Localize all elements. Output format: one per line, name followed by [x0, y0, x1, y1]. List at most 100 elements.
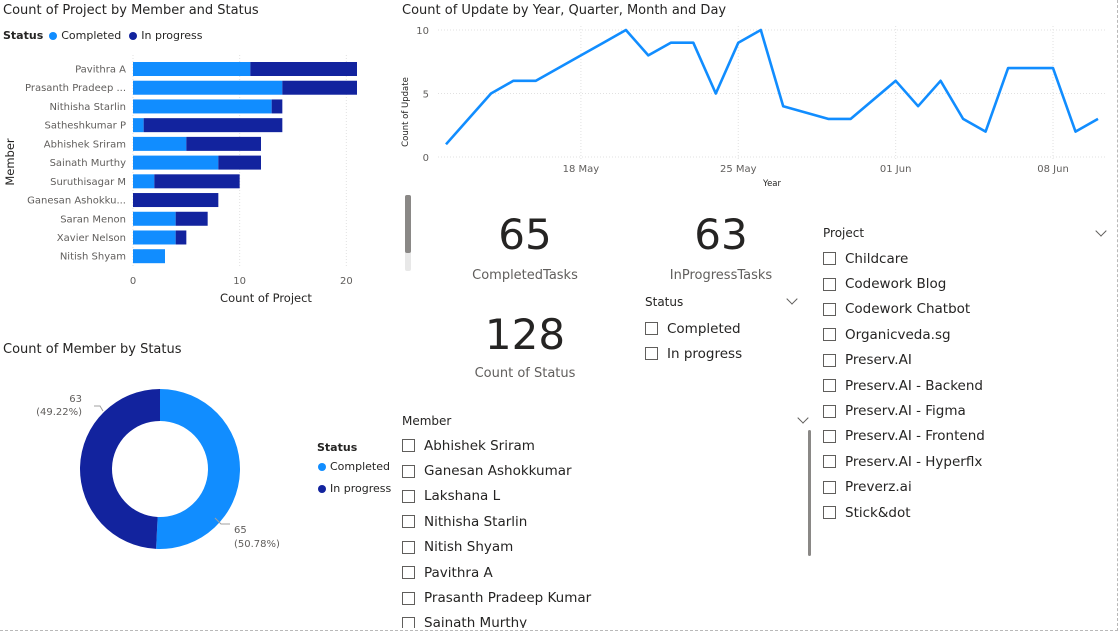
- kpi-scrollbar[interactable]: [405, 195, 411, 271]
- project-slicer-checkbox[interactable]: [823, 379, 836, 393]
- donut-chart: 63 (49.22%) 65 (50.78%): [36, 389, 280, 550]
- bar-completed[interactable]: [133, 230, 176, 245]
- project-slicer-item[interactable]: Codework Chatbot: [823, 297, 985, 322]
- bar-completed[interactable]: [133, 211, 176, 226]
- member-slicer-checkbox[interactable]: [402, 616, 415, 628]
- bar-in-progress[interactable]: [154, 174, 240, 189]
- member-slicer-item[interactable]: Lakshana L: [402, 484, 591, 509]
- line-data-point[interactable]: [691, 40, 696, 45]
- project-slicer-checkbox[interactable]: [823, 429, 836, 443]
- project-slicer-item[interactable]: Preserv.AI - Backend: [823, 373, 985, 398]
- bar-legend-completed[interactable]: Completed: [61, 29, 121, 42]
- project-slicer-checkbox[interactable]: [823, 353, 836, 367]
- bar-in-progress[interactable]: [175, 230, 187, 245]
- line-data-point[interactable]: [961, 116, 966, 121]
- line-data-point[interactable]: [1073, 129, 1078, 134]
- status-slicer-checkbox[interactable]: [645, 322, 658, 335]
- line-data-point[interactable]: [533, 78, 538, 83]
- status-slicer-checkbox[interactable]: [645, 347, 658, 360]
- line-data-point[interactable]: [713, 91, 718, 96]
- member-slicer-checkbox[interactable]: [402, 464, 415, 478]
- bar-in-progress[interactable]: [282, 80, 357, 95]
- line-data-point[interactable]: [488, 91, 493, 96]
- line-data-point[interactable]: [1051, 66, 1056, 71]
- project-slicer-checkbox[interactable]: [823, 302, 836, 316]
- line-data-point[interactable]: [916, 104, 921, 109]
- line-data-point[interactable]: [893, 78, 898, 83]
- project-slicer-item[interactable]: Preserv.AI - Hyperflx: [823, 449, 985, 474]
- member-slicer-scrollbar[interactable]: [808, 430, 811, 556]
- status-slicer-item[interactable]: Completed: [645, 316, 742, 341]
- bar-in-progress[interactable]: [175, 211, 208, 226]
- donut-slice-in-progress[interactable]: [79, 389, 160, 549]
- bar-in-progress[interactable]: [133, 193, 219, 208]
- bar-in-progress[interactable]: [271, 99, 283, 114]
- update-count-line[interactable]: [445, 28, 1099, 146]
- project-slicer-item[interactable]: Childcare: [823, 246, 985, 271]
- project-slicer-checkbox[interactable]: [823, 455, 836, 469]
- project-slicer-item[interactable]: Codework Blog: [823, 271, 985, 296]
- line-data-point[interactable]: [623, 28, 628, 33]
- member-slicer-item[interactable]: Abhishek Sriram: [402, 433, 591, 458]
- project-slicer-checkbox[interactable]: [823, 480, 836, 494]
- line-data-point[interactable]: [781, 104, 786, 109]
- bar-completed[interactable]: [133, 62, 251, 76]
- bar-in-progress[interactable]: [143, 118, 283, 133]
- bar-completed[interactable]: [133, 249, 165, 264]
- donut-legend-in-progress[interactable]: In progress: [318, 482, 391, 495]
- project-slicer-item[interactable]: Preserv.AI - Frontend: [823, 424, 985, 449]
- bar-in-progress[interactable]: [218, 155, 261, 170]
- project-slicer-item[interactable]: Organicveda.sg: [823, 322, 985, 347]
- line-data-point[interactable]: [444, 142, 449, 147]
- line-data-point[interactable]: [758, 28, 763, 33]
- bar-completed[interactable]: [133, 99, 272, 114]
- project-slicer-checkbox[interactable]: [823, 328, 836, 342]
- line-data-point[interactable]: [826, 116, 831, 121]
- member-slicer-item[interactable]: Pavithra A: [402, 560, 591, 585]
- project-slicer-item[interactable]: Stick&dot: [823, 500, 985, 525]
- line-data-point[interactable]: [848, 116, 853, 121]
- bar-completed[interactable]: [133, 174, 155, 189]
- member-slicer-checkbox[interactable]: [402, 439, 415, 453]
- project-slicer-checkbox[interactable]: [823, 506, 836, 520]
- member-slicer-checkbox[interactable]: [402, 515, 415, 529]
- bar-legend-in-progress[interactable]: In progress: [141, 29, 202, 42]
- line-data-point[interactable]: [1006, 66, 1011, 71]
- member-slicer-checkbox[interactable]: [402, 591, 415, 605]
- line-data-point[interactable]: [938, 78, 943, 83]
- line-data-point[interactable]: [578, 53, 583, 58]
- status-slicer-item[interactable]: In progress: [645, 341, 742, 366]
- line-data-point[interactable]: [736, 40, 741, 45]
- line-data-point[interactable]: [1096, 116, 1101, 121]
- bar-completed[interactable]: [133, 80, 283, 95]
- project-slicer-item[interactable]: Preverz.ai: [823, 475, 985, 500]
- member-slicer-item[interactable]: Nithisha Starlin: [402, 509, 591, 534]
- line-data-point[interactable]: [511, 78, 516, 83]
- member-slicer-checkbox[interactable]: [402, 489, 415, 503]
- line-data-point[interactable]: [646, 53, 651, 58]
- member-slicer-checkbox[interactable]: [402, 566, 415, 580]
- project-slicer-checkbox[interactable]: [823, 404, 836, 418]
- donut-slices[interactable]: [79, 389, 240, 549]
- member-slicer-item[interactable]: Prasanth Pradeep Kumar: [402, 585, 591, 610]
- project-slicer-checkbox[interactable]: [823, 252, 836, 266]
- donut-slice-completed[interactable]: [156, 389, 240, 549]
- member-slicer-item[interactable]: Ganesan Ashokkumar: [402, 458, 591, 483]
- project-slicer-checkbox[interactable]: [823, 277, 836, 291]
- line-data-point[interactable]: [601, 40, 606, 45]
- line-data-point[interactable]: [983, 129, 988, 134]
- member-slicer-item[interactable]: Nitish Shyam: [402, 535, 591, 560]
- bar-completed[interactable]: [133, 118, 144, 133]
- member-slicer-checkbox[interactable]: [402, 540, 415, 554]
- donut-legend-completed[interactable]: Completed: [318, 460, 390, 473]
- bar-completed[interactable]: [133, 155, 219, 170]
- member-slicer-item[interactable]: Sainath Murthy: [402, 611, 591, 628]
- bar-in-progress[interactable]: [250, 62, 357, 76]
- bar-in-progress[interactable]: [186, 136, 261, 151]
- kpi-scrollbar-thumb[interactable]: [405, 195, 411, 253]
- project-slicer-item[interactable]: Preserv.AI: [823, 348, 985, 373]
- project-slicer-item[interactable]: Preserv.AI - Figma: [823, 398, 985, 423]
- line-data-point[interactable]: [668, 40, 673, 45]
- bar-completed[interactable]: [133, 136, 187, 151]
- bar-chart-bars[interactable]: [133, 62, 357, 264]
